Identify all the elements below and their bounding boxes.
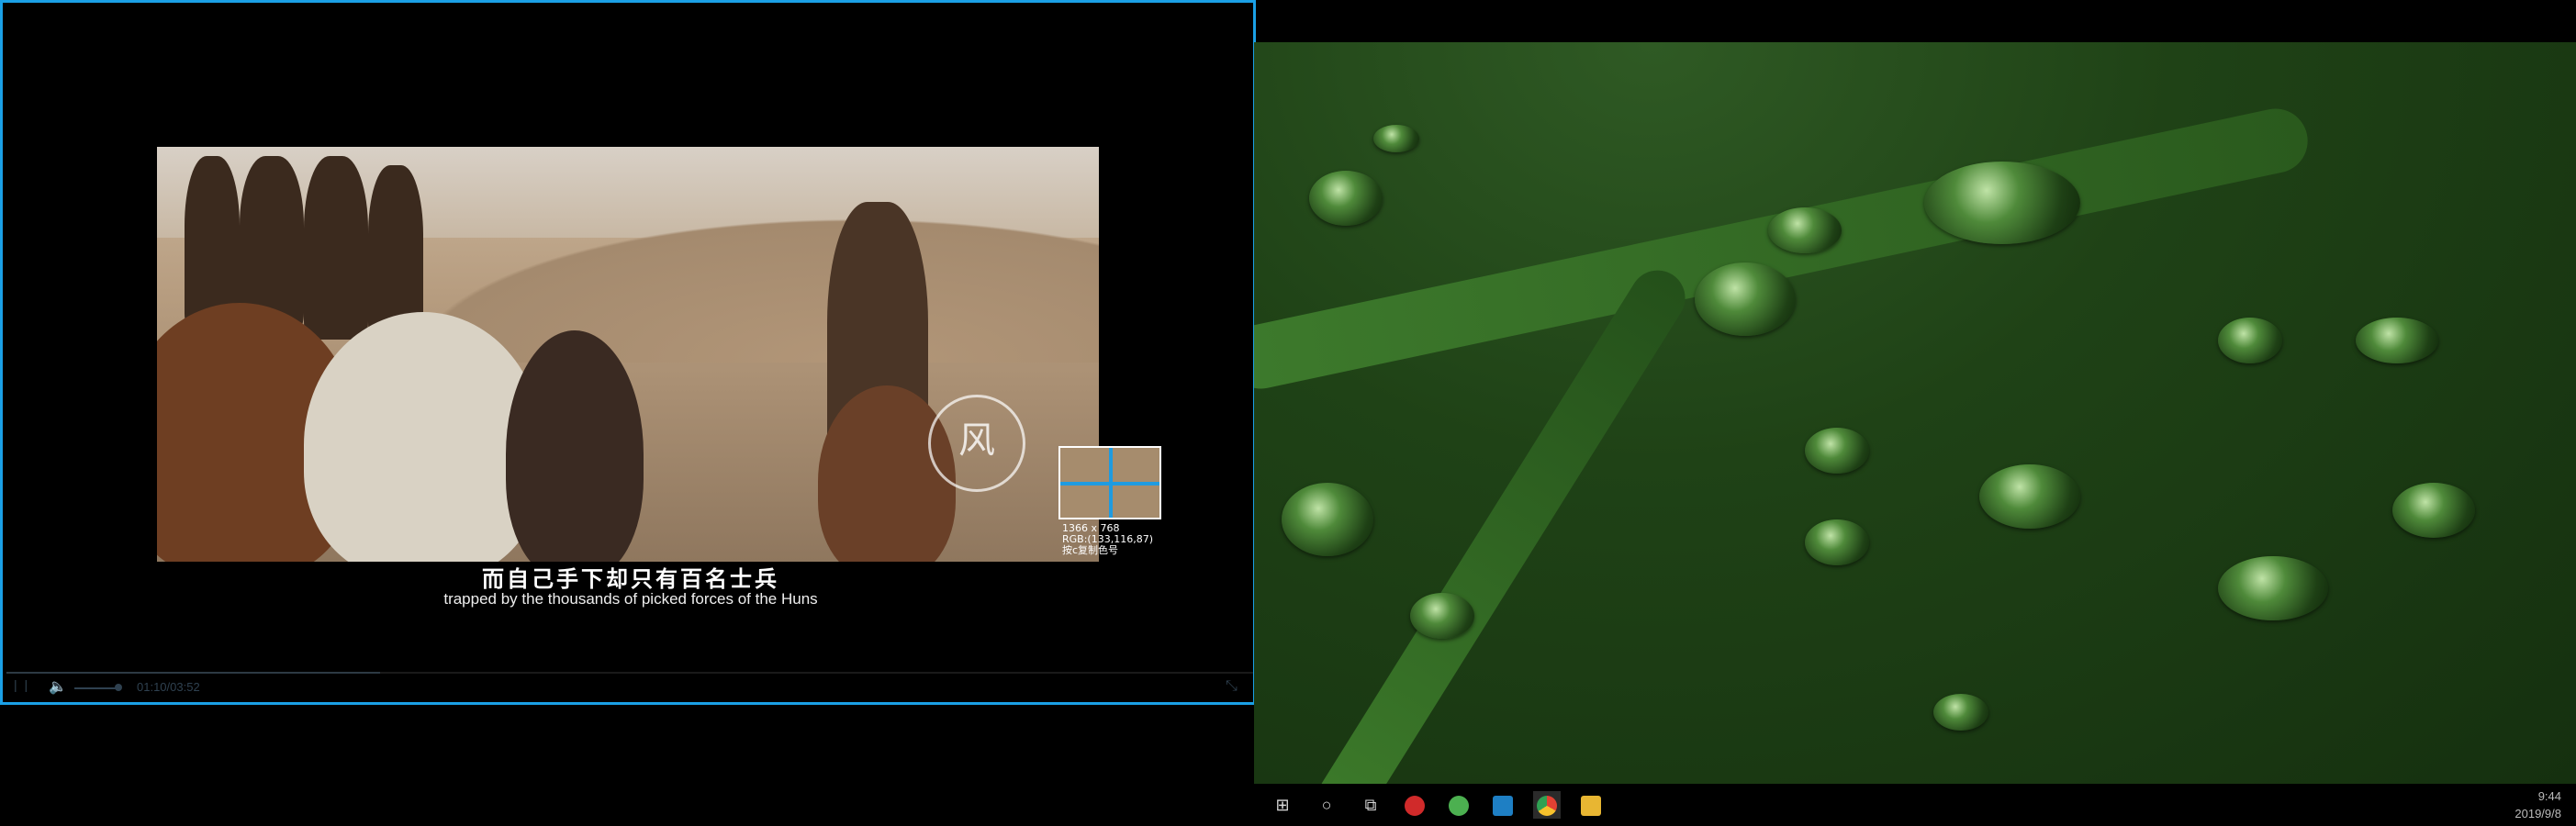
water-drop [2218, 318, 2282, 363]
water-drop [1309, 171, 1383, 226]
pause-button[interactable]: | | [14, 677, 29, 692]
copy-hint-label: 按c复制色号 [1062, 544, 1119, 556]
cortana-icon[interactable]: ○ [1313, 791, 1340, 819]
desktop-wallpaper[interactable] [1254, 42, 2576, 784]
crosshair-vertical [1109, 448, 1113, 518]
video-frame[interactable]: 风 [157, 147, 1099, 562]
water-drop [1805, 519, 1869, 565]
water-drop [2356, 318, 2438, 363]
netease-music-icon[interactable] [1401, 791, 1428, 819]
volume-slider[interactable] [74, 687, 118, 689]
color-picker-info: 1366 x 768 RGB:(133,116,87) 按c复制色号 [1062, 523, 1153, 556]
water-drop [1768, 207, 1842, 253]
color-picker-magnifier [1058, 446, 1161, 519]
water-drop [1282, 483, 1373, 556]
chrome-icon[interactable] [1533, 791, 1561, 819]
volume-icon[interactable]: 🔈 [49, 677, 67, 696]
water-drop [1933, 694, 1988, 731]
water-drop [1924, 162, 2080, 244]
time-display: 01:10/03:52 [137, 680, 200, 694]
water-drop [2218, 556, 2328, 620]
start-icon[interactable]: ⊞ [1269, 791, 1296, 819]
water-drop [1805, 428, 1869, 474]
task-view-icon[interactable]: ⧉ [1357, 791, 1384, 819]
subtitle-chinese: 而自己手下却只有百名士兵 [482, 566, 779, 592]
watermark-seal: 风 [928, 395, 1025, 492]
soldier-rider [304, 156, 368, 340]
water-drop [1410, 593, 1474, 639]
exit-fullscreen-icon[interactable]: ⤡ [1226, 678, 1238, 695]
volume-knob[interactable] [115, 684, 122, 691]
progress-bar[interactable] [6, 672, 1253, 674]
subtitle-english: trapped by the thousands of picked force… [443, 590, 818, 608]
progress-fill [6, 672, 381, 674]
dark-horse [506, 330, 644, 562]
water-drop [1373, 125, 1419, 152]
general-horse [818, 385, 956, 562]
wechat-icon[interactable] [1445, 791, 1473, 819]
clock-date[interactable]: 2019/9/8 [2514, 807, 2561, 820]
water-drop [1695, 262, 1796, 336]
windows-taskbar: ⊞ ○ ⧉ 9:44 2019/9/8 [1254, 784, 2576, 826]
video-player-window[interactable]: 风 而自己手下却只有百名士兵 trapped by the thousands … [0, 0, 1256, 705]
vscode-icon[interactable] [1489, 791, 1517, 819]
water-drop [1979, 464, 2080, 529]
file-explorer-icon[interactable] [1577, 791, 1605, 819]
water-drop [2392, 483, 2475, 538]
clock-time[interactable]: 9:44 [2538, 789, 2561, 803]
player-controls: | | 🔈 01:10/03:52 ⤡ [3, 675, 1253, 701]
